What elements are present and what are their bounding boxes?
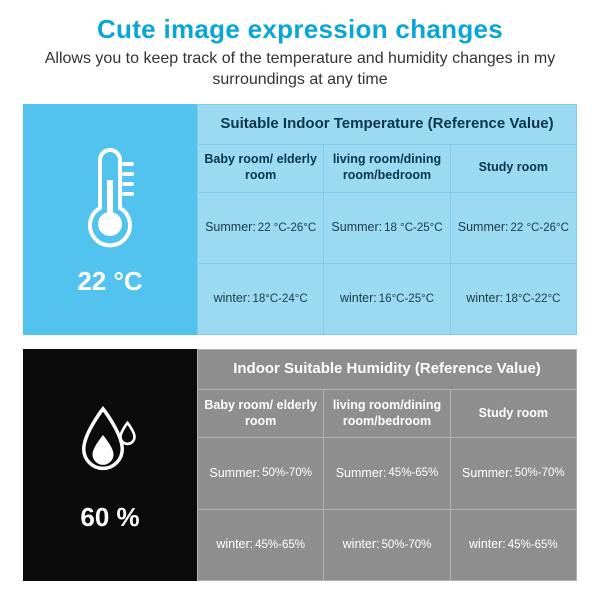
humidity-cell: Summer:50%-70% — [451, 438, 577, 509]
temperature-cell: Summer:18 °C-25°C — [324, 193, 450, 264]
temperature-col-2: Study room — [451, 145, 577, 193]
humidity-reading-block: 60 % — [23, 349, 197, 581]
temperature-table: Suitable Indoor Temperature (Reference V… — [197, 104, 577, 336]
temperature-col-1: living room/dining room/bedroom — [324, 145, 450, 193]
page: Cute image expression changes Allows you… — [0, 0, 600, 600]
humidity-col-1: living room/dining room/bedroom — [324, 390, 450, 438]
temperature-grid: Suitable Indoor Temperature (Reference V… — [197, 104, 577, 336]
humidity-col-2: Study room — [451, 390, 577, 438]
temperature-reading-block: 22 °C — [23, 104, 197, 336]
thermometer-icon — [75, 142, 145, 252]
temperature-cell: winter:18°C-24°C — [198, 264, 324, 335]
humidity-table: Indoor Suitable Humidity (Reference Valu… — [197, 349, 577, 581]
page-subtitle: Allows you to keep track of the temperat… — [40, 49, 560, 91]
humidity-col-0: Baby room/ elderly room — [198, 390, 324, 438]
droplet-icon — [75, 398, 145, 488]
temperature-col-0: Baby room/ elderly room — [198, 145, 324, 193]
humidity-grid: Indoor Suitable Humidity (Reference Valu… — [197, 349, 577, 581]
page-title: Cute image expression changes — [22, 14, 578, 45]
temperature-reading: 22 °C — [77, 266, 142, 297]
humidity-cell: winter:45%-65% — [451, 510, 577, 581]
humidity-reading: 60 % — [80, 502, 139, 533]
temperature-cell: Summer:22 °C-26°C — [451, 193, 577, 264]
temperature-cell: winter:16°C-25°C — [324, 264, 450, 335]
humidity-panel: 60 % Indoor Suitable Humidity (Reference… — [22, 348, 578, 582]
humidity-cell: Summer:45%-65% — [324, 438, 450, 509]
temperature-cell: winter:18°C-22°C — [451, 264, 577, 335]
temperature-cell: Summer:22 °C-26°C — [198, 193, 324, 264]
humidity-cell: Summer:50%-70% — [198, 438, 324, 509]
humidity-cell: winter:45%-65% — [198, 510, 324, 581]
humidity-table-title: Indoor Suitable Humidity (Reference Valu… — [198, 350, 577, 390]
humidity-cell: winter:50%-70% — [324, 510, 450, 581]
temperature-table-title: Suitable Indoor Temperature (Reference V… — [198, 105, 577, 145]
temperature-panel: 22 °C Suitable Indoor Temperature (Refer… — [22, 103, 578, 337]
